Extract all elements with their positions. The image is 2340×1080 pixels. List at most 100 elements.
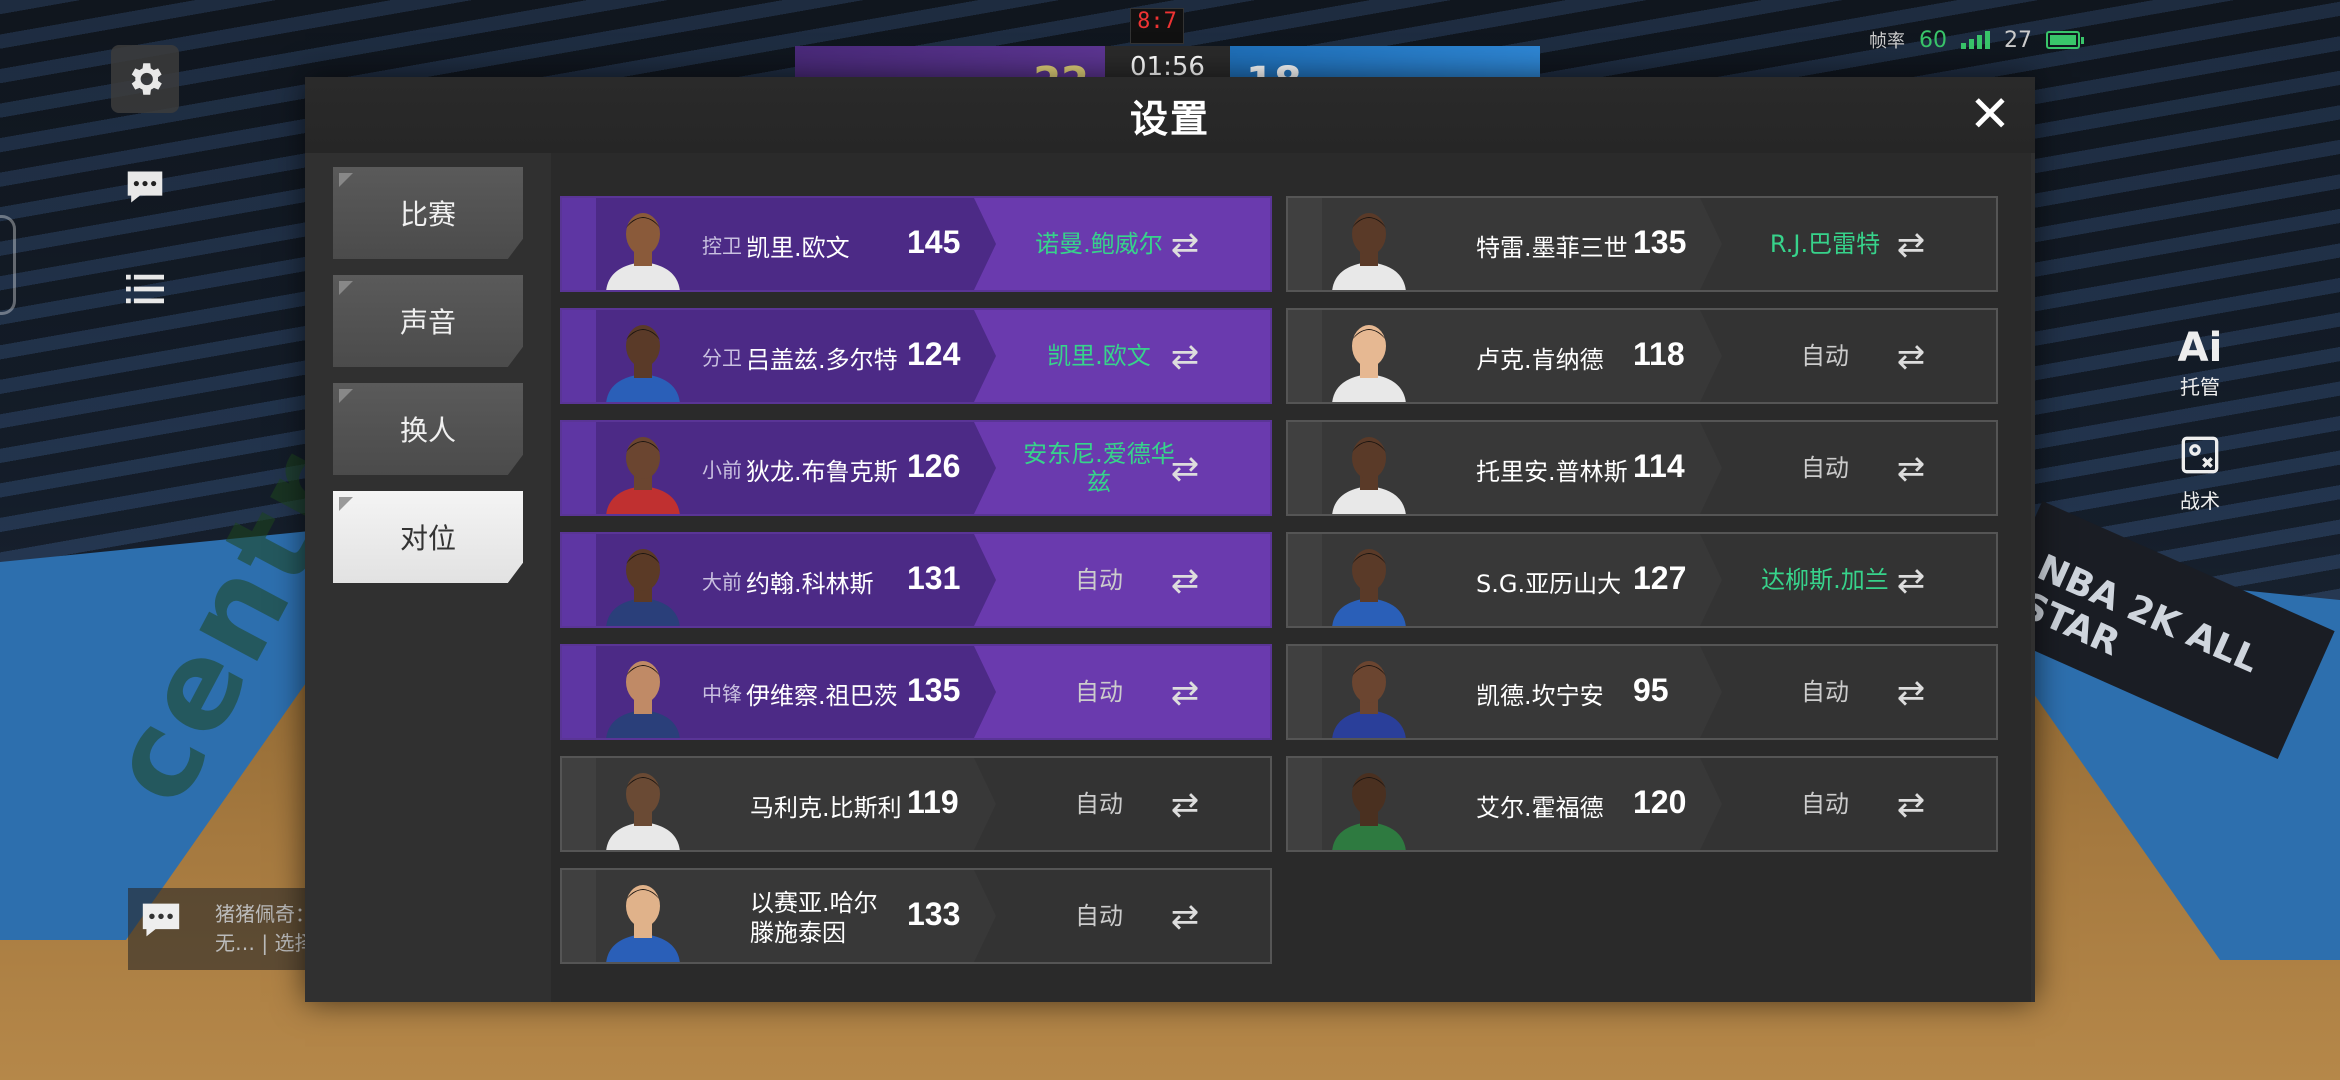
close-button[interactable]: ✕ [1967,89,2013,139]
player-rating: 127 [1633,560,1687,596]
opponent-slot[interactable]: 自动 [1700,310,1996,402]
player-name: S.G.亚历山大 [1476,570,1622,598]
player-rating: 131 [907,560,961,596]
player-name: 凯里.欧文 [746,234,850,262]
swap-icon[interactable]: ⇄ [1892,562,1930,600]
swap-icon[interactable]: ⇄ [1892,226,1930,264]
matchup-row[interactable]: 分卫 吕盖兹.多尔特 124 凯里.欧文 ⇄ [560,308,1272,404]
swap-icon[interactable]: ⇄ [1892,786,1930,824]
opponent-name: 自动 [1801,790,1849,818]
left-edge-handle[interactable] [0,215,16,315]
matchup-row[interactable]: 控卫 凯里.欧文 145 诺曼.鲍威尔 ⇄ [560,196,1272,292]
player-name: 马利克.比斯利 [750,794,902,822]
opponent-slot[interactable]: 自动 [974,870,1270,962]
player-name: 托里安.普林斯 [1476,458,1628,486]
player-name: 特雷.墨菲三世 [1476,234,1628,262]
player-portrait [1332,325,1406,402]
player-rating: 114 [1633,448,1685,484]
player-position: 大前 [702,570,742,594]
settings-header: 设置 ✕ [305,77,2035,153]
tab-game[interactable]: 比赛 [333,167,523,259]
player-name: 艾尔.霍福德 [1476,794,1604,822]
fps-value: 60 [1919,27,1947,53]
battery-icon [2046,31,2084,49]
player-portrait [1332,213,1406,290]
opponent-slot[interactable]: 自动 [974,758,1270,850]
opponent-slot[interactable]: 自动 [1700,758,1996,850]
opponent-slot[interactable]: 自动 [974,534,1270,626]
swap-icon[interactable]: ⇄ [1166,786,1204,824]
player-name: 约翰.科林斯 [746,570,874,598]
player-rating: 133 [907,896,961,932]
settings-tabs: 比赛 声音 换人 对位 [333,167,523,599]
matchup-row[interactable]: 以赛亚.哈尔滕施泰因 133 自动 ⇄ [560,868,1272,964]
player-portrait [1332,773,1406,850]
opponent-slot[interactable]: 凯里.欧文 [974,310,1270,402]
list-icon[interactable] [111,255,179,323]
player-rating: 135 [1633,224,1687,260]
swap-icon[interactable]: ⇄ [1166,562,1204,600]
gear-icon[interactable] [111,45,179,113]
matchup-row[interactable]: 马利克.比斯利 119 自动 ⇄ [560,756,1272,852]
player-rating: 118 [1633,336,1685,372]
player-portrait [606,661,680,738]
page-title: 设置 [1129,96,1210,141]
player-name: 以赛亚.哈尔滕施泰因 [750,889,878,947]
matchup-row[interactable]: 中锋 伊维察.祖巴茨 135 自动 ⇄ [560,644,1272,740]
status-bar: 帧率 60 27 [1869,27,2084,53]
tab-substitution[interactable]: 换人 [333,383,523,475]
swap-icon[interactable]: ⇄ [1892,450,1930,488]
opponent-slot[interactable]: 自动 [974,646,1270,738]
ai-autoplay-button[interactable]: Ai 托管 [2170,325,2230,400]
opponent-name: 自动 [1075,678,1123,706]
player-name: 吕盖兹.多尔特 [746,346,898,374]
player-rating: 135 [907,672,961,708]
tab-sound[interactable]: 声音 [333,275,523,367]
player-position: 中锋 [702,682,742,706]
player-portrait [1332,437,1406,514]
tactics-button[interactable]: 战术 [2170,435,2230,514]
player-rating: 126 [907,448,961,484]
opponent-slot[interactable]: R.J.巴雷特 [1700,198,1996,290]
matchup-row[interactable]: 凯德.坎宁安 95 自动 ⇄ [1286,644,1998,740]
player-portrait [606,213,680,290]
player-portrait [606,885,680,962]
signal-icon [1961,31,1990,49]
player-rating: 120 [1633,784,1687,820]
opponent-name: 自动 [1075,790,1123,818]
swap-icon[interactable]: ⇄ [1892,674,1930,712]
tactics-board-icon [2170,435,2230,485]
opponent-name: 安东尼.爱德华兹 [1023,440,1175,496]
matchup-row[interactable]: S.G.亚历山大 127 达柳斯.加兰 ⇄ [1286,532,1998,628]
matchup-row[interactable]: 托里安.普林斯 114 自动 ⇄ [1286,420,1998,516]
matchup-row[interactable]: 卢克.肯纳德 118 自动 ⇄ [1286,308,1998,404]
opponent-slot[interactable]: 达柳斯.加兰 [1700,534,1996,626]
fps-label: 帧率 [1869,31,1905,52]
opponent-name: 凯里.欧文 [1047,342,1151,370]
matchup-row[interactable]: 大前 约翰.科林斯 131 自动 ⇄ [560,532,1272,628]
opponent-name: 自动 [1075,902,1123,930]
opponent-name: 自动 [1075,566,1123,594]
matchup-row[interactable]: 小前 狄龙.布鲁克斯 126 安东尼.爱德华兹 ⇄ [560,420,1272,516]
player-portrait [606,437,680,514]
swap-icon[interactable]: ⇄ [1166,674,1204,712]
player-rating: 145 [907,224,961,260]
chat-bubble-icon[interactable] [138,900,184,950]
matchup-row[interactable]: 艾尔.霍福德 120 自动 ⇄ [1286,756,1998,852]
player-position: 小前 [702,458,742,482]
player-name: 狄龙.布鲁克斯 [746,458,898,486]
swap-icon[interactable]: ⇄ [1166,226,1204,264]
opponent-slot[interactable]: 安东尼.爱德华兹 [974,422,1270,514]
swap-icon[interactable]: ⇄ [1166,898,1204,936]
swap-icon[interactable]: ⇄ [1166,338,1204,376]
tab-matchup[interactable]: 对位 [333,491,523,583]
swap-icon[interactable]: ⇄ [1892,338,1930,376]
matchup-row[interactable]: 特雷.墨菲三世 135 R.J.巴雷特 ⇄ [1286,196,1998,292]
swap-icon[interactable]: ⇄ [1166,450,1204,488]
opponent-slot[interactable]: 诺曼.鲍威尔 [974,198,1270,290]
player-name: 卢克.肯纳德 [1476,346,1604,374]
opponent-slot[interactable]: 自动 [1700,646,1996,738]
player-rating: 119 [907,784,959,820]
chat-icon[interactable] [111,153,179,221]
opponent-slot[interactable]: 自动 [1700,422,1996,514]
